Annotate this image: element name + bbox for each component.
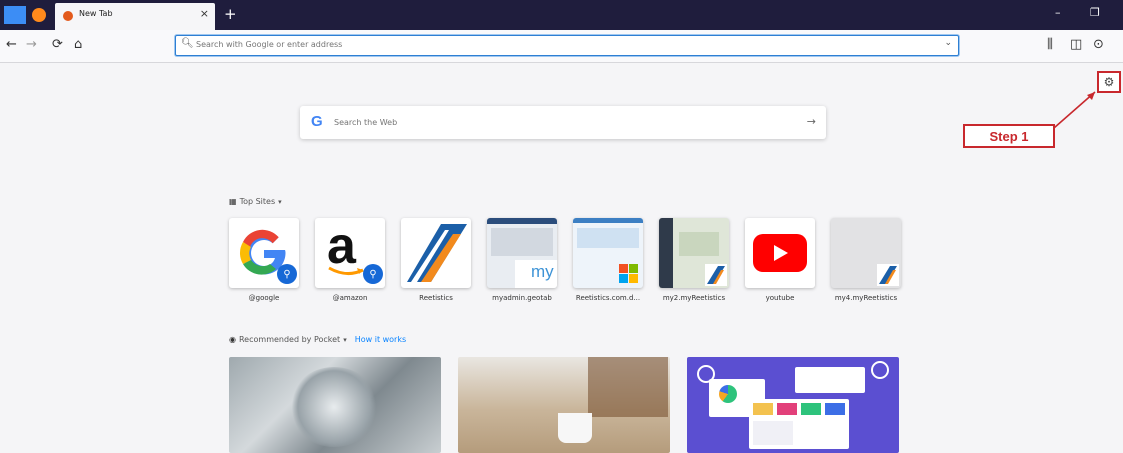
top-site-tile[interactable]: a ⚲ xyxy=(315,218,385,288)
top-site-label: my4.myReetistics xyxy=(834,294,898,302)
chevron-down-icon[interactable]: ▾ xyxy=(343,336,347,344)
chevron-down-icon: ▾ xyxy=(278,198,282,206)
web-search-box[interactable]: G → xyxy=(300,106,826,139)
grid-icon: ▦ xyxy=(229,197,237,206)
account-icon[interactable]: ⊙ xyxy=(1093,37,1104,52)
top-site-tile[interactable]: ⚲ xyxy=(229,218,299,288)
url-input[interactable] xyxy=(196,37,936,52)
top-site-label: @google xyxy=(248,294,280,302)
reetistics-small-icon xyxy=(877,264,899,286)
settings-gear-icon[interactable]: ⚙ xyxy=(1097,71,1121,93)
reetistics-site-thumbnail xyxy=(573,218,643,288)
coffee-mug-image xyxy=(558,413,592,443)
top-sites-heading: Top Sites xyxy=(239,197,276,206)
how-it-works-link[interactable]: How it works xyxy=(355,335,406,344)
magnifier-badge-icon: ⚲ xyxy=(277,264,297,284)
restore-button[interactable]: ❐ xyxy=(1090,6,1100,19)
story-image xyxy=(289,367,379,447)
top-site-label: @amazon xyxy=(332,294,368,302)
search-go-icon[interactable]: → xyxy=(807,115,816,128)
pocket-story-card[interactable] xyxy=(229,357,441,453)
search-icon: 🔍︎ xyxy=(181,38,194,49)
web-search-input[interactable] xyxy=(334,114,774,130)
top-site-tile[interactable] xyxy=(831,218,901,288)
top-site-tile[interactable] xyxy=(401,218,471,288)
home-icon[interactable]: ⌂ xyxy=(74,37,82,52)
pocket-story-card[interactable] xyxy=(687,357,899,453)
google-logo-icon: G xyxy=(311,113,323,130)
tab-new-tab[interactable]: New Tab × xyxy=(55,3,215,30)
youtube-logo-icon xyxy=(753,234,807,272)
top-site-label: Reetistics xyxy=(419,294,453,302)
check-badge-icon xyxy=(871,361,889,379)
pocket-icon: ◉ xyxy=(229,335,236,344)
amazon-smile-icon xyxy=(328,266,364,275)
pocket-heading: Recommended by Pocket xyxy=(238,335,341,344)
minimize-button[interactable]: – xyxy=(1055,6,1061,19)
top-site-tile[interactable] xyxy=(573,218,643,288)
firefox-favicon-icon xyxy=(63,11,73,21)
tab-strip: New Tab × + – ❐ xyxy=(0,0,1123,30)
top-site-label: Reetistics.com.d... xyxy=(575,294,641,302)
sidebar-icon[interactable]: ◫ xyxy=(1070,37,1082,52)
back-icon[interactable]: ← xyxy=(6,37,17,52)
top-site-tile[interactable] xyxy=(659,218,729,288)
url-dropdown-icon[interactable]: ⌄ xyxy=(944,38,952,48)
new-tab-button[interactable]: + xyxy=(224,5,237,23)
reetistics-logo-icon xyxy=(407,224,467,282)
url-bar[interactable]: 🔍︎ ⌄ xyxy=(175,35,959,56)
firefox-logo-icon xyxy=(32,8,46,22)
tab-title: New Tab xyxy=(79,9,113,18)
app-menu-icon[interactable] xyxy=(4,6,26,24)
pocket-header: ◉ Recommended by Pocket ▾ How it works xyxy=(229,335,406,344)
tab-close-icon[interactable]: × xyxy=(200,7,209,20)
magnifier-badge-icon: ⚲ xyxy=(363,264,383,284)
top-site-label: myadmin.geotab xyxy=(492,294,552,302)
story-image xyxy=(588,357,668,417)
navigation-toolbar: ← → ⟳ ⌂ 🔍︎ ⌄ ⫼ ◫ ⊙ xyxy=(0,30,1123,63)
top-sites-header[interactable]: ▦ Top Sites ▾ xyxy=(229,197,282,206)
geotab-thumbnail: my xyxy=(487,218,557,288)
forward-icon[interactable]: → xyxy=(26,37,37,52)
map-thumbnail xyxy=(659,218,729,288)
top-site-label: youtube xyxy=(765,294,795,302)
top-site-tile[interactable]: my xyxy=(487,218,557,288)
step-1-annotation: Step 1 xyxy=(963,124,1055,148)
library-icon[interactable]: ⫼ xyxy=(1047,37,1053,52)
pocket-story-card[interactable] xyxy=(458,357,670,453)
reload-icon[interactable]: ⟳ xyxy=(52,37,63,52)
top-site-tile[interactable] xyxy=(745,218,815,288)
top-site-label: my2.myReetistics xyxy=(662,294,726,302)
annotation-arrow xyxy=(1053,91,1096,129)
